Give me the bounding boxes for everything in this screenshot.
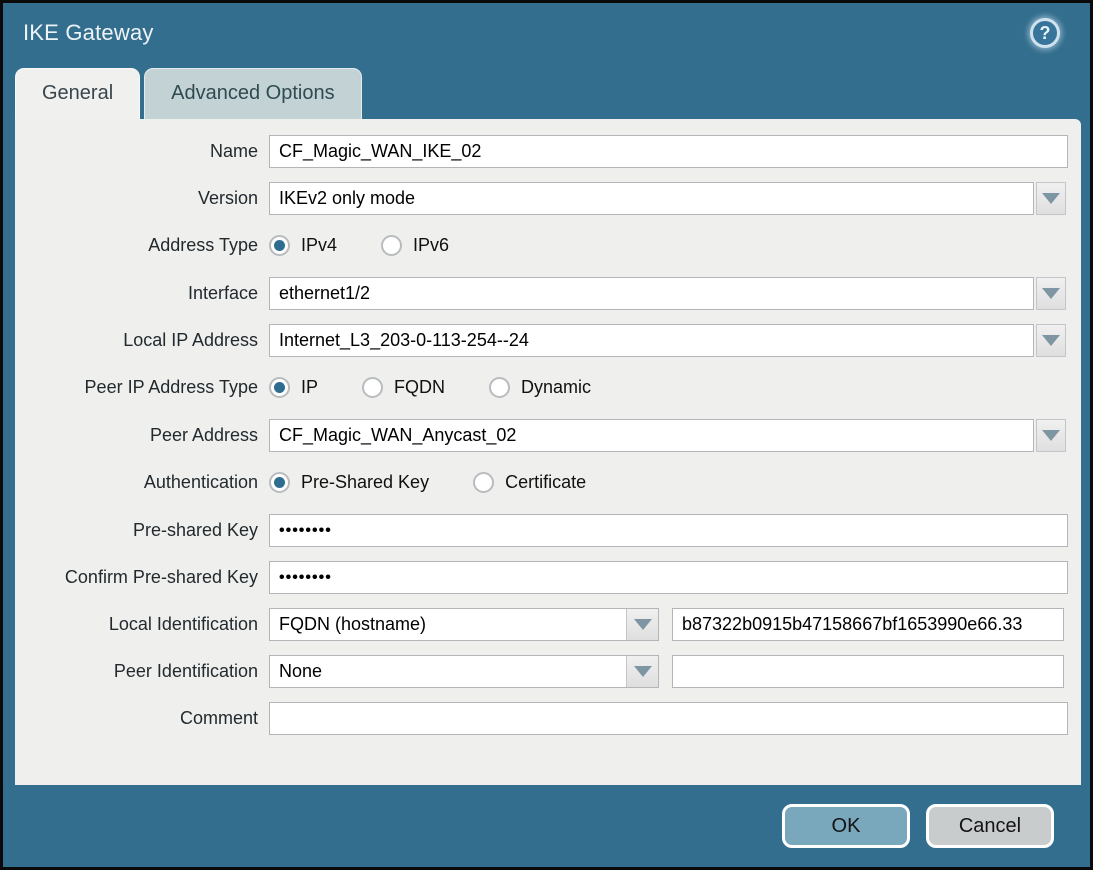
help-icon[interactable]: ? [1030,18,1060,48]
peer-ip-address-type-label: Peer IP Address Type [15,377,258,398]
chevron-down-icon [1042,288,1060,299]
interface-row: Interface [15,277,1069,310]
local-identification-value-input[interactable] [672,608,1064,641]
radio-pre-shared-key-label: Pre-Shared Key [301,472,429,493]
peer-address-label: Peer Address [15,425,258,446]
title-bar: IKE Gateway ? [3,3,1090,63]
radio-ipv6-label: IPv6 [413,235,449,256]
ike-gateway-dialog: IKE Gateway ? General Advanced Options N… [0,0,1093,870]
radio-option-ip[interactable]: IP [269,377,318,398]
local-ip-address-row: Local IP Address [15,324,1069,357]
radio-ip-label: IP [301,377,318,398]
radio-certificate-label: Certificate [505,472,586,493]
radio-certificate[interactable] [473,472,494,493]
peer-identification-row: Peer Identification None [15,655,1069,688]
chevron-down-icon [1042,335,1060,346]
comment-label: Comment [15,708,258,729]
peer-identification-type-select[interactable]: None [269,655,659,688]
local-identification-row: Local Identification FQDN (hostname) [15,608,1069,641]
peer-identification-type-value: None [270,656,626,687]
local-identification-type-value: FQDN (hostname) [270,609,626,640]
authentication-label: Authentication [15,472,258,493]
authentication-radio-group: Pre-Shared Key Certificate [269,472,630,493]
tab-advanced-options[interactable]: Advanced Options [144,68,361,119]
tab-bar: General Advanced Options [3,63,1090,119]
version-label: Version [15,188,258,209]
radio-fqdn-label: FQDN [394,377,445,398]
name-label: Name [15,141,258,162]
address-type-radio-group: IPv4 IPv6 [269,235,493,256]
peer-address-input[interactable] [269,419,1034,452]
radio-fqdn[interactable] [362,377,383,398]
chevron-down-icon [634,666,652,677]
radio-pre-shared-key[interactable] [269,472,290,493]
radio-option-fqdn[interactable]: FQDN [362,377,445,398]
radio-option-pre-shared-key[interactable]: Pre-Shared Key [269,472,429,493]
radio-ipv6[interactable] [381,235,402,256]
radio-ip[interactable] [269,377,290,398]
pre-shared-key-input[interactable] [269,514,1068,547]
radio-option-dynamic[interactable]: Dynamic [489,377,591,398]
radio-option-ipv6[interactable]: IPv6 [381,235,449,256]
peer-address-dropdown-button[interactable] [1036,419,1066,452]
peer-ip-address-type-row: Peer IP Address Type IP FQDN Dynamic [15,371,1069,404]
version-dropdown-button[interactable] [1036,182,1066,215]
interface-input[interactable] [269,277,1034,310]
confirm-pre-shared-key-row: Confirm Pre-shared Key [15,561,1069,594]
pre-shared-key-label: Pre-shared Key [15,520,258,541]
dialog-footer: OK Cancel [3,785,1090,867]
radio-dynamic[interactable] [489,377,510,398]
chevron-down-icon [1042,430,1060,441]
local-ip-address-label: Local IP Address [15,330,258,351]
tab-general[interactable]: General [15,68,140,119]
dialog-title: IKE Gateway [23,20,1030,46]
ok-button[interactable]: OK [782,804,910,848]
authentication-row: Authentication Pre-Shared Key Certificat… [15,466,1069,499]
version-input[interactable] [269,182,1034,215]
chevron-down-icon [1042,193,1060,204]
general-tab-panel: Name Version Address Type IPv4 IPv6 [15,119,1081,785]
peer-identification-label: Peer Identification [15,661,258,682]
peer-identification-dropdown-button[interactable] [626,656,658,687]
peer-ip-address-type-radio-group: IP FQDN Dynamic [269,377,635,398]
local-ip-address-input[interactable] [269,324,1034,357]
comment-input[interactable] [269,702,1068,735]
pre-shared-key-row: Pre-shared Key [15,514,1069,547]
comment-row: Comment [15,702,1069,735]
confirm-pre-shared-key-label: Confirm Pre-shared Key [15,567,258,588]
radio-ipv4[interactable] [269,235,290,256]
version-row: Version [15,182,1069,215]
chevron-down-icon [634,619,652,630]
cancel-button[interactable]: Cancel [926,804,1054,848]
confirm-pre-shared-key-input[interactable] [269,561,1068,594]
interface-dropdown-button[interactable] [1036,277,1066,310]
interface-label: Interface [15,283,258,304]
address-type-label: Address Type [15,235,258,256]
radio-option-certificate[interactable]: Certificate [473,472,586,493]
local-identification-type-select[interactable]: FQDN (hostname) [269,608,659,641]
radio-dynamic-label: Dynamic [521,377,591,398]
local-identification-dropdown-button[interactable] [626,609,658,640]
local-identification-label: Local Identification [15,614,258,635]
peer-address-row: Peer Address [15,419,1069,452]
name-row: Name [15,135,1069,168]
radio-option-ipv4[interactable]: IPv4 [269,235,337,256]
radio-ipv4-label: IPv4 [301,235,337,256]
local-ip-address-dropdown-button[interactable] [1036,324,1066,357]
address-type-row: Address Type IPv4 IPv6 [15,229,1069,262]
peer-identification-value-input[interactable] [672,655,1064,688]
name-input[interactable] [269,135,1068,168]
